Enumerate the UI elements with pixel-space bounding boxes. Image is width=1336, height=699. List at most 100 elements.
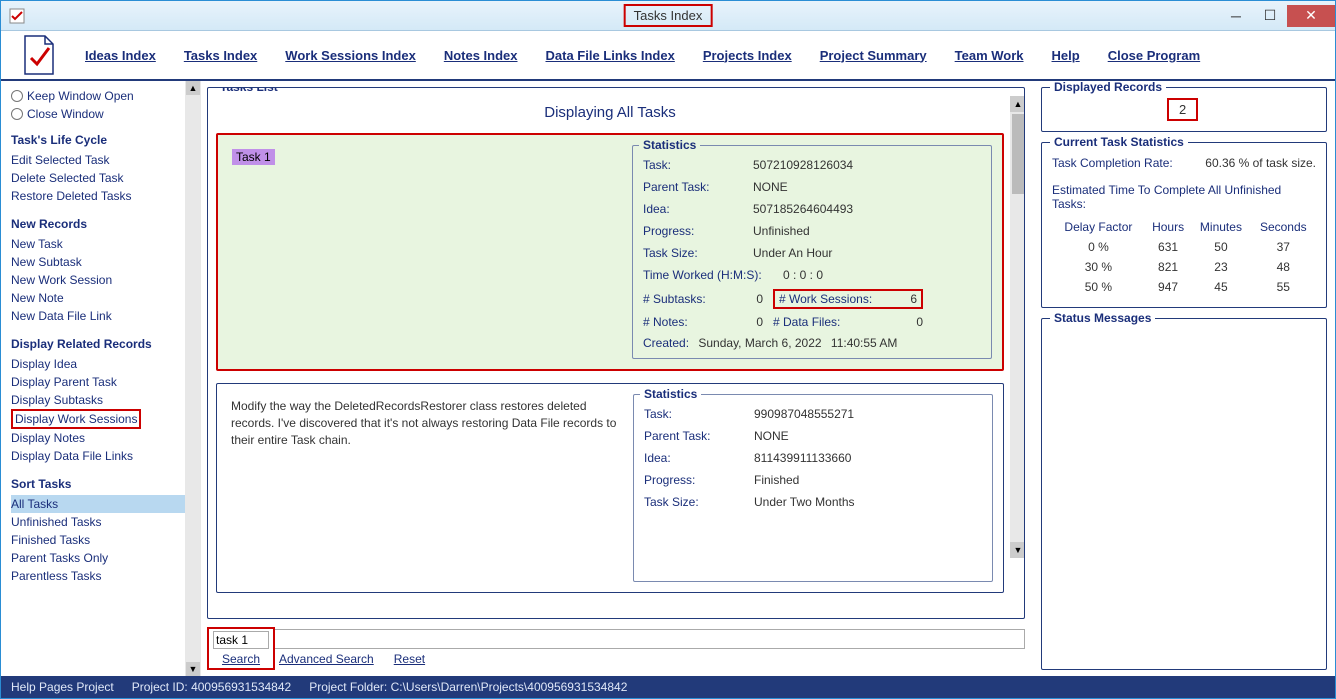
menu-projects-index[interactable]: Projects Index bbox=[703, 48, 792, 63]
center-scrollbar[interactable]: ▲▼ bbox=[1010, 96, 1025, 558]
nav-parent-tasks-only[interactable]: Parent Tasks Only bbox=[11, 549, 185, 567]
task2-parent-val: NONE bbox=[754, 429, 982, 443]
right-panel: Displayed Records 2 Current Task Statist… bbox=[1033, 81, 1335, 676]
task1-ws-wrap: # Work Sessions: 6 bbox=[773, 289, 933, 309]
left-scrollbar[interactable]: ▲▼ bbox=[185, 81, 201, 676]
task1-ws-val: 6 bbox=[910, 292, 917, 306]
search-box-highlight: Search bbox=[207, 627, 275, 670]
task1-df-label: # Data Files: bbox=[773, 315, 893, 329]
nav-edit-task[interactable]: Edit Selected Task bbox=[11, 151, 185, 169]
minimize-button[interactable]: ─ bbox=[1219, 5, 1253, 27]
task-card-1[interactable]: Task 1 Statistics Task:507210928126034 P… bbox=[216, 133, 1004, 371]
current-task-stats-box: Current Task Statistics Task Completion … bbox=[1041, 142, 1327, 308]
status-messages-legend: Status Messages bbox=[1050, 311, 1155, 325]
nav-finished-tasks[interactable]: Finished Tasks bbox=[11, 531, 185, 549]
nav-display-idea[interactable]: Display Idea bbox=[11, 355, 185, 373]
task1-subtasks-val: 0 bbox=[733, 292, 773, 306]
menu-close-program[interactable]: Close Program bbox=[1108, 48, 1200, 63]
task1-notes-val: 0 bbox=[733, 315, 773, 329]
tasks-list-legend: Tasks List bbox=[216, 87, 282, 94]
search-input[interactable] bbox=[213, 631, 269, 649]
task1-stats: Statistics Task:507210928126034 Parent T… bbox=[632, 145, 992, 359]
menu-data-file-links-index[interactable]: Data File Links Index bbox=[546, 48, 675, 63]
est-r2c1: 947 bbox=[1145, 277, 1191, 297]
nav-new-data-file-link[interactable]: New Data File Link bbox=[11, 307, 185, 325]
menu-notes-index[interactable]: Notes Index bbox=[444, 48, 518, 63]
nav-display-data-file-links[interactable]: Display Data File Links bbox=[11, 447, 185, 465]
nav-new-subtask[interactable]: New Subtask bbox=[11, 253, 185, 271]
task1-time-label: Time Worked (H:M:S): bbox=[643, 268, 783, 282]
nav-new-task[interactable]: New Task bbox=[11, 235, 185, 253]
task1-df-val: 0 bbox=[893, 315, 933, 329]
new-records-header: New Records bbox=[11, 217, 185, 231]
center-panel: Tasks List Displaying All Tasks ▲▼ Task … bbox=[201, 81, 1033, 676]
close-window-radio[interactable]: Close Window bbox=[11, 107, 185, 121]
menu-tasks-index[interactable]: Tasks Index bbox=[184, 48, 257, 63]
displayed-count: 2 bbox=[1167, 98, 1198, 121]
menu-team-work[interactable]: Team Work bbox=[955, 48, 1024, 63]
app-icon bbox=[9, 8, 25, 24]
task1-created-row: Created: Sunday, March 6, 2022 11:40:55 … bbox=[643, 332, 981, 350]
nav-new-note[interactable]: New Note bbox=[11, 289, 185, 307]
maximize-button[interactable]: ☐ bbox=[1253, 5, 1287, 27]
search-input-extension[interactable] bbox=[275, 629, 1025, 649]
est-r1c0: 30 % bbox=[1052, 257, 1145, 277]
window-title: Tasks Index bbox=[624, 4, 713, 27]
nav-display-work-sessions[interactable]: Display Work Sessions bbox=[11, 409, 141, 429]
statusbar: Help Pages Project Project ID: 400956931… bbox=[1, 676, 1335, 698]
nav-display-subtasks[interactable]: Display Subtasks bbox=[11, 391, 185, 409]
est-r1c3: 48 bbox=[1251, 257, 1316, 277]
est-table: Delay Factor Hours Minutes Seconds 0 %63… bbox=[1052, 217, 1316, 297]
tasks-list-fieldset: Tasks List Displaying All Tasks ▲▼ Task … bbox=[207, 87, 1025, 619]
est-r0c0: 0 % bbox=[1052, 237, 1145, 257]
task2-progress-val: Finished bbox=[754, 473, 982, 487]
est-h3: Seconds bbox=[1251, 217, 1316, 237]
nav-display-notes[interactable]: Display Notes bbox=[11, 429, 185, 447]
displayed-records-legend: Displayed Records bbox=[1050, 81, 1166, 94]
close-button[interactable]: ✕ bbox=[1287, 5, 1335, 27]
titlebar: Tasks Index ─ ☐ ✕ bbox=[1, 1, 1335, 31]
nav-new-work-session[interactable]: New Work Session bbox=[11, 271, 185, 289]
task1-notes-label: # Notes: bbox=[643, 315, 733, 329]
task1-left: Task 1 bbox=[228, 145, 624, 359]
est-time-header: Estimated Time To Complete All Unfinishe… bbox=[1052, 183, 1316, 211]
menu-ideas-index[interactable]: Ideas Index bbox=[85, 48, 156, 63]
nav-unfinished-tasks[interactable]: Unfinished Tasks bbox=[11, 513, 185, 531]
nav-restore-tasks[interactable]: Restore Deleted Tasks bbox=[11, 187, 185, 205]
menu-project-summary[interactable]: Project Summary bbox=[820, 48, 927, 63]
task2-size-label: Task Size: bbox=[644, 495, 754, 509]
completion-rate-label: Task Completion Rate: bbox=[1052, 156, 1173, 170]
task1-label: Task 1 bbox=[232, 149, 275, 165]
display-header: Display Related Records bbox=[11, 337, 185, 351]
task1-ws-label: # Work Sessions: bbox=[779, 292, 872, 306]
task2-task-val: 990987048555271 bbox=[754, 407, 982, 421]
task2-size-val: Under Two Months bbox=[754, 495, 982, 509]
task-card-2[interactable]: Modify the way the DeletedRecordsRestore… bbox=[216, 383, 1004, 593]
menu-help[interactable]: Help bbox=[1052, 48, 1080, 63]
task1-size-label: Task Size: bbox=[643, 246, 753, 260]
nav-display-parent-task[interactable]: Display Parent Task bbox=[11, 373, 185, 391]
keep-window-open-radio[interactable]: Keep Window Open bbox=[11, 89, 185, 103]
nav-parentless-tasks[interactable]: Parentless Tasks bbox=[11, 567, 185, 585]
est-h0: Delay Factor bbox=[1052, 217, 1145, 237]
current-task-stats-legend: Current Task Statistics bbox=[1050, 135, 1188, 149]
nav-delete-task[interactable]: Delete Selected Task bbox=[11, 169, 185, 187]
nav-all-tasks[interactable]: All Tasks bbox=[11, 495, 185, 513]
reset-button[interactable]: Reset bbox=[394, 652, 425, 666]
task1-created-time: 11:40:55 AM bbox=[831, 336, 898, 350]
task2-left: Modify the way the DeletedRecordsRestore… bbox=[227, 394, 625, 582]
advanced-search-button[interactable]: Advanced Search bbox=[279, 652, 374, 666]
menu-work-sessions-index[interactable]: Work Sessions Index bbox=[285, 48, 416, 63]
logo-icon bbox=[21, 34, 57, 76]
est-r0c1: 631 bbox=[1145, 237, 1191, 257]
task2-idea-label: Idea: bbox=[644, 451, 754, 465]
close-window-label: Close Window bbox=[27, 107, 104, 121]
task2-stats: Statistics Task:990987048555271 Parent T… bbox=[633, 394, 993, 582]
task2-desc: Modify the way the DeletedRecordsRestore… bbox=[231, 398, 621, 448]
main-window: Tasks Index ─ ☐ ✕ Ideas Index Tasks Inde… bbox=[0, 0, 1336, 699]
status-help[interactable]: Help Pages Project bbox=[11, 680, 114, 694]
keep-window-label: Keep Window Open bbox=[27, 89, 134, 103]
task1-progress-label: Progress: bbox=[643, 224, 753, 238]
task2-stats-legend: Statistics bbox=[640, 387, 701, 401]
search-button[interactable]: Search bbox=[213, 652, 269, 666]
